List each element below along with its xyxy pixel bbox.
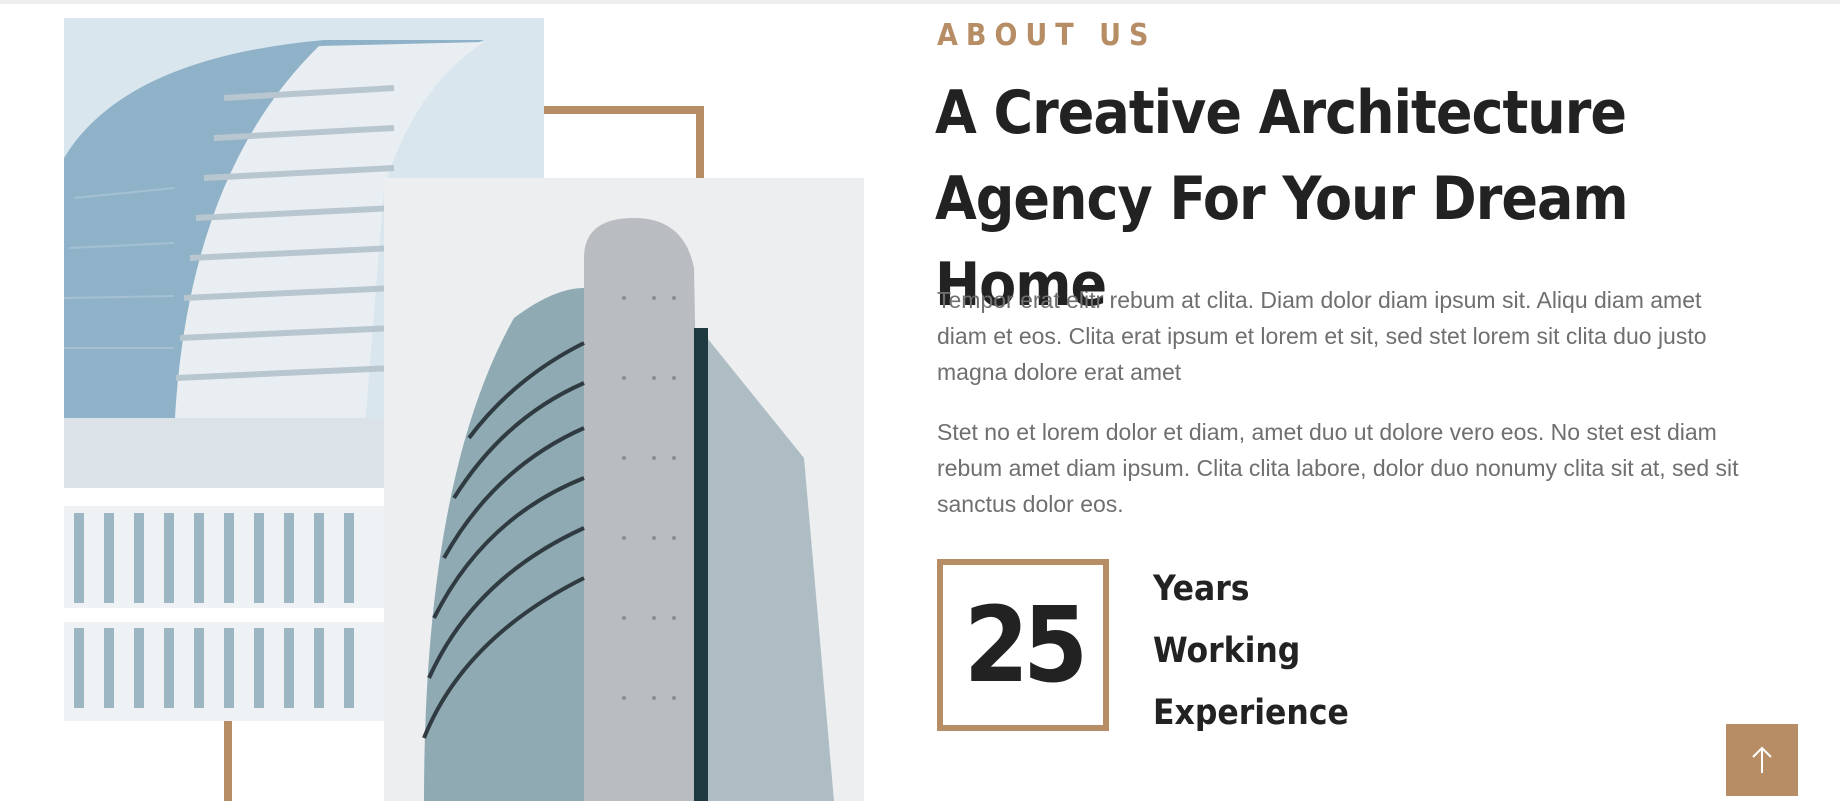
building-photo-2 [384, 178, 864, 801]
experience-label-line-3: Experience [1153, 693, 1349, 733]
about-paragraph-2: Stet no et lorem dolor et diam, amet duo… [937, 419, 1739, 517]
experience-years-box: 25 [937, 559, 1109, 731]
experience-label: Years Working Experience [1153, 558, 1349, 744]
experience-label-line-2: Working [1153, 631, 1301, 671]
accent-frame-left [224, 720, 232, 801]
accent-frame-top [543, 106, 704, 114]
experience-label-line-1: Years [1153, 569, 1250, 609]
experience-years-number: 25 [963, 584, 1088, 706]
section-label: ABOUT US [937, 18, 1157, 53]
back-to-top-button[interactable] [1726, 724, 1798, 796]
arrow-up-icon [1752, 746, 1772, 773]
header-shadow [0, 0, 1840, 4]
accent-frame-right [696, 106, 704, 178]
about-paragraph-1: Tempor erat elitr rebum at clita. Diam d… [937, 287, 1707, 385]
